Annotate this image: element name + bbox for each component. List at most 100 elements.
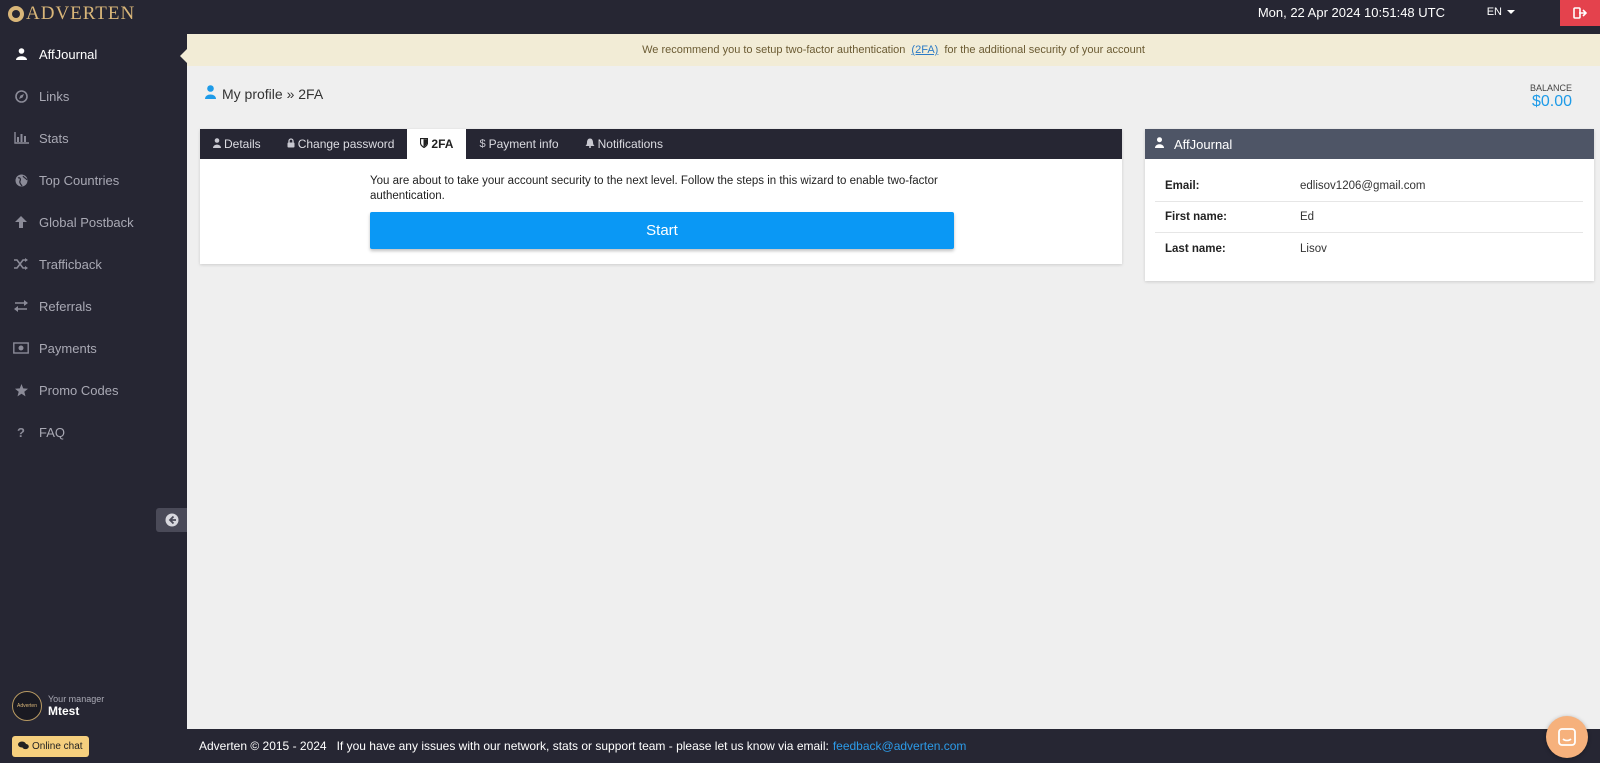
sidebar-item-stats[interactable]: Stats [0,120,187,156]
brand-logo[interactable]: ADVERTEN [8,3,135,25]
sidebar-item-trafficback[interactable]: Trafficback [0,246,187,282]
user-icon [13,46,29,62]
shuffle-icon [13,256,29,272]
logo-icon [8,6,24,22]
sidebar-item-label: Stats [39,130,69,146]
info-value: Ed [1300,211,1315,223]
info-value: Lisov [1300,242,1327,255]
footer-message: If you have any issues with our network,… [336,739,829,753]
sidebar-item-links[interactable]: Links [0,78,187,114]
profile-tabs: Details Change password 2FA $ Payment in… [200,129,1122,159]
logout-button[interactable] [1560,0,1600,26]
arrow-up-icon [13,214,29,230]
exchange-icon [13,298,29,314]
online-chat-label: Online chat [32,741,83,752]
comments-icon [18,741,29,753]
language-label: EN [1486,6,1502,18]
info-key: Email: [1165,180,1200,192]
star-icon [13,382,29,398]
notice-text-before: We recommend you to setup two-factor aut… [642,44,906,56]
account-info-title: AffJournal [1174,136,1233,152]
top-bar: ADVERTEN Mon, 22 Apr 2024 10:51:48 UTC E… [0,0,1600,34]
account-info-card: AffJournal Email: edlisov1206@gmail.com … [1145,129,1594,281]
manager-info: Adverten Your manager Mtest [12,691,104,721]
sidebar-item-global-postback[interactable]: Global Postback [0,204,187,240]
active-indicator [180,49,187,63]
sidebar: AffJournal Links Stats Top Countries Glo… [0,34,187,763]
start-button[interactable]: Start [370,212,954,249]
user-icon [205,85,216,103]
sidebar-item-label: Promo Codes [39,382,119,398]
info-key: Last name: [1165,242,1226,255]
question-icon: ? [17,424,25,440]
info-key: First name: [1165,211,1227,223]
lock-icon [287,137,295,151]
tab-notifications[interactable]: Notifications [572,129,676,159]
tab-details[interactable]: Details [200,129,274,159]
sidebar-item-referrals[interactable]: Referrals [0,288,187,324]
sidebar-item-top-countries[interactable]: Top Countries [0,162,187,198]
balance-label: BALANCE [1529,83,1572,93]
table-row: Last name: Lisov [1155,233,1583,264]
bell-icon [585,138,595,151]
sidebar-item-faq[interactable]: ? FAQ [0,414,187,450]
manager-avatar: Adverten [12,691,42,721]
info-value: edlisov1206@gmail.com [1300,180,1426,192]
sidebar-item-label: FAQ [39,424,66,440]
sidebar-item-payments[interactable]: Payments [0,330,187,366]
breadcrumb: My profile » 2FA [205,85,323,103]
table-row: Email: edlisov1206@gmail.com [1155,171,1583,202]
balance-value: $0.00 [1531,93,1572,110]
sidebar-collapse-button[interactable] [156,508,187,532]
sidebar-item-label: Payments [39,340,97,356]
arrow-left-circle-icon [165,513,178,527]
profile-settings-card: Details Change password 2FA $ Payment in… [200,129,1122,264]
shield-icon [420,137,429,151]
tab-label: Notifications [597,137,663,151]
bar-chart-icon [13,130,29,146]
manager-label: Your manager [48,694,105,704]
balance: BALANCE $0.00 [1530,83,1572,111]
sidebar-item-affjournal[interactable]: AffJournal [0,36,187,72]
tab-label: 2FA [431,137,454,151]
breadcrumb-text: My profile » 2FA [222,86,324,102]
footer-email-link[interactable]: feedback@adverten.com [833,739,967,753]
sidebar-item-label: AffJournal [39,46,98,62]
tab-payment-info[interactable]: $ Payment info [466,129,571,159]
language-selector[interactable]: EN [1487,6,1515,18]
sidebar-item-label: Global Postback [39,214,134,230]
chat-icon [1558,728,1576,746]
sidebar-item-label: Trafficback [39,256,102,272]
compass-icon [13,88,29,104]
account-info-header: AffJournal [1145,129,1594,159]
tab-label: Payment info [488,137,559,151]
sidebar-item-label: Links [39,88,70,104]
account-info-table: Email: edlisov1206@gmail.com First name:… [1155,171,1583,264]
user-icon [1155,137,1164,151]
tab-label: Details [224,137,261,151]
manager-name: Mtest [48,704,80,718]
money-icon [13,340,29,356]
sidebar-item-label: Top Countries [39,172,120,188]
online-chat-button[interactable]: Online chat [12,736,89,757]
tab-label: Change password [297,137,395,151]
footer: Adverten © 2015 - 2024 If you have any i… [187,729,1600,763]
tab-change-password[interactable]: Change password [274,129,408,159]
table-row: First name: Ed [1155,202,1583,233]
twofa-wizard: You are about to take your account secur… [370,174,954,249]
sidebar-item-promo-codes[interactable]: Promo Codes [0,372,187,408]
notice-2fa-link[interactable]: (2FA) [911,44,938,56]
support-chat-button[interactable] [1546,716,1588,758]
caret-down-icon [1507,10,1515,15]
brand-name: ADVERTEN [26,3,136,24]
logout-icon [1573,7,1587,19]
notice-text-after: for the additional security of your acco… [944,44,1145,56]
globe-icon [13,172,29,188]
tab-2fa[interactable]: 2FA [407,129,467,159]
two-factor-notice: We recommend you to setup two-factor aut… [187,34,1600,66]
twofa-description: You are about to take your account secur… [370,175,938,202]
user-icon [213,137,221,151]
sidebar-item-label: Referrals [39,298,92,314]
server-datetime: Mon, 22 Apr 2024 10:51:48 UTC [1257,5,1445,20]
footer-copyright: Adverten © 2015 - 2024 [199,739,327,753]
